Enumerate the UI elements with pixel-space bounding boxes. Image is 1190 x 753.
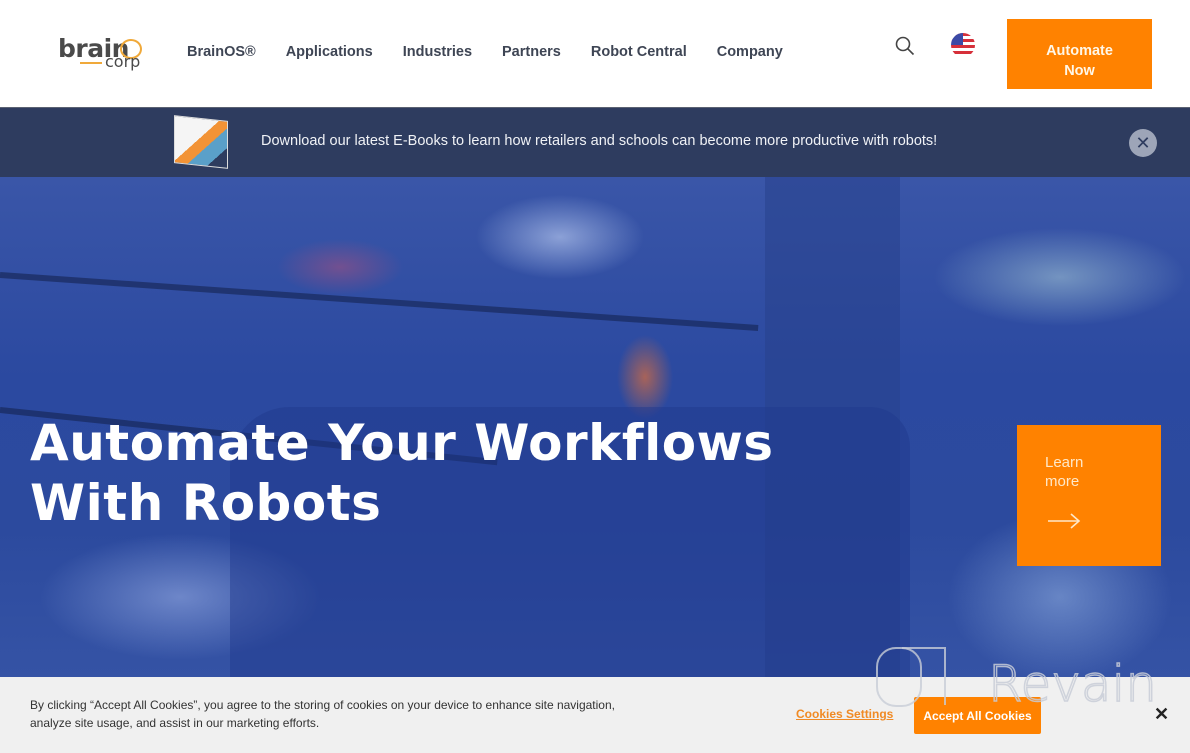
- search-icon[interactable]: [895, 36, 915, 56]
- banner-text[interactable]: Download our latest E-Books to learn how…: [261, 133, 937, 149]
- flag-canton: [951, 33, 963, 45]
- nav-partners[interactable]: Partners: [502, 44, 561, 60]
- cookie-consent-bar: By clicking “Accept All Cookies”, you ag…: [0, 677, 1190, 753]
- cookies-settings-link[interactable]: Cookies Settings: [796, 707, 893, 721]
- hero-bg-shelf: [0, 272, 759, 332]
- cookie-close-icon[interactable]: ✕: [1154, 704, 1169, 725]
- logo-corp-text: corp: [105, 52, 141, 71]
- nav-industries[interactable]: Industries: [403, 44, 472, 60]
- learn-more-label: Learn more: [1045, 454, 1084, 490]
- braincorp-logo[interactable]: brain corp: [58, 34, 148, 72]
- nav-robot-central[interactable]: Robot Central: [591, 44, 687, 60]
- arrow-right-icon: [1048, 513, 1081, 529]
- logo-underline: [80, 62, 102, 64]
- ebook-banner: Download our latest E-Books to learn how…: [0, 107, 1190, 177]
- automate-now-button[interactable]: Automate Now: [1007, 19, 1152, 89]
- learn-more-button[interactable]: Learn more: [1017, 425, 1161, 566]
- nav-applications[interactable]: Applications: [286, 44, 373, 60]
- us-flag-icon[interactable]: [951, 33, 975, 57]
- cta-line-2: Now: [1064, 63, 1095, 79]
- cta-line-1: Automate: [1046, 43, 1113, 59]
- nav-brainos[interactable]: BrainOS®: [187, 44, 256, 60]
- accept-all-cookies-button[interactable]: Accept All Cookies: [914, 697, 1041, 734]
- hero-title: Automate Your Workflows With Robots: [30, 414, 774, 532]
- banner-close-button[interactable]: ✕: [1129, 129, 1157, 157]
- nav-company[interactable]: Company: [717, 44, 783, 60]
- cookie-text: By clicking “Accept All Cookies”, you ag…: [30, 698, 615, 730]
- site-header: brain corp BrainOS® Applications Industr…: [0, 0, 1190, 107]
- hero-section: Automate Your Workflows With Robots Lear…: [0, 177, 1190, 677]
- main-nav: BrainOS® Applications Industries Partner…: [187, 44, 813, 60]
- ebook-cover-image[interactable]: [174, 115, 228, 169]
